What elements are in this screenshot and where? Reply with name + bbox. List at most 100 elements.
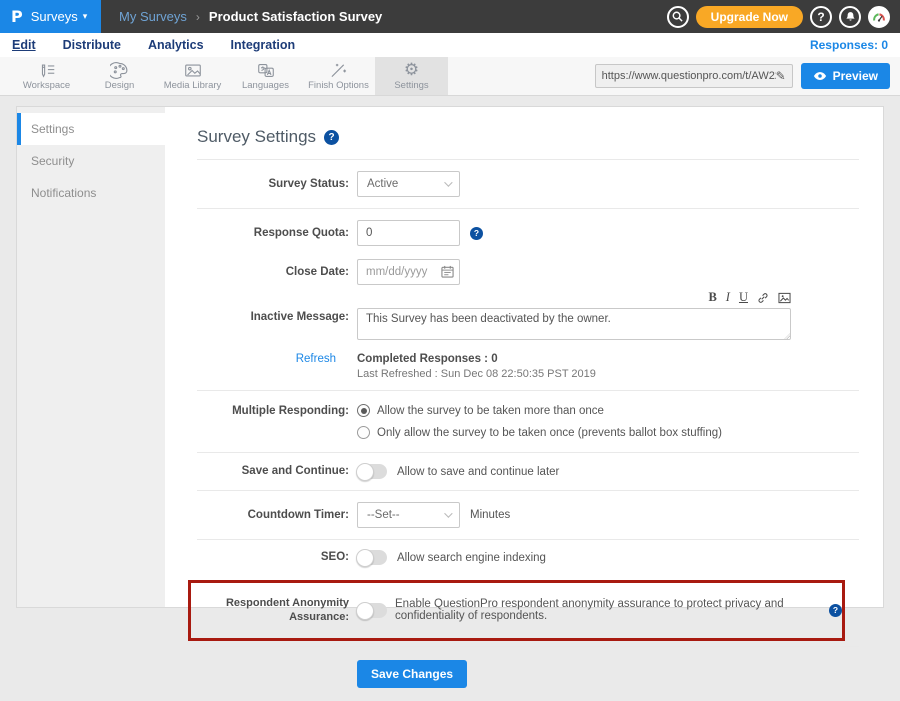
top-bar: P Surveys ▾ My Surveys › Product Satisfa… (0, 0, 900, 33)
survey-settings-help-icon[interactable]: ? (324, 130, 339, 145)
inactive-message-row: Inactive Message: B I U This Survey has … (197, 296, 859, 349)
eye-icon (813, 71, 827, 81)
toolbar-item-label: Workspace (23, 80, 70, 91)
gauge-icon (872, 11, 886, 23)
anonymity-row: Respondent Anonymity Assurance: Enable Q… (197, 583, 842, 638)
languages-icon (256, 62, 276, 79)
save-and-continue-toggle[interactable] (357, 464, 387, 479)
title-row: Survey Settings ? (197, 107, 859, 159)
anonymity-help-icon[interactable]: ? (829, 604, 842, 617)
search-button[interactable] (667, 6, 689, 28)
seo-description: Allow search engine indexing (397, 552, 546, 564)
toolbar-item-languages[interactable]: Languages (229, 57, 302, 95)
underline-button[interactable]: U (739, 290, 748, 305)
sidebar-item-security[interactable]: Security (17, 145, 165, 177)
design-palette-icon (110, 62, 129, 79)
workspace-icon (37, 62, 57, 79)
italic-button[interactable]: I (726, 290, 730, 305)
app-logo-area[interactable]: P Surveys ▾ (0, 0, 101, 33)
link-icon[interactable] (757, 292, 769, 304)
refresh-row: Refresh Completed Responses : 0 Last Ref… (197, 349, 859, 390)
notifications-button[interactable] (839, 6, 861, 28)
inactive-message-textarea[interactable]: This Survey has been deactivated by the … (357, 308, 791, 340)
rich-text-toolbar: B I U (357, 290, 791, 305)
media-library-icon (183, 62, 203, 79)
edit-url-pencil-icon[interactable]: ✎ (776, 69, 786, 83)
toolbar-item-finish-options[interactable]: Finish Options (302, 57, 375, 95)
anonymity-description: Enable QuestionPro respondent anonymity … (395, 598, 821, 622)
sidebar-item-notifications[interactable]: Notifications (17, 177, 165, 209)
save-and-continue-description: Allow to save and continue later (397, 466, 559, 478)
last-refreshed-text: Last Refreshed : Sun Dec 08 22:50:35 PST… (357, 368, 596, 380)
seo-row: SEO: Allow search engine indexing (197, 540, 859, 575)
breadcrumb-my-surveys[interactable]: My Surveys (119, 9, 187, 24)
search-icon (672, 11, 683, 22)
toolbar-item-media-library[interactable]: Media Library (156, 57, 229, 95)
preview-button[interactable]: Preview (801, 63, 890, 89)
finish-options-wand-icon (329, 62, 348, 79)
radio-option-label: Allow the survey to be taken more than o… (377, 405, 604, 417)
save-and-continue-label: Save and Continue: (197, 464, 349, 479)
refresh-link[interactable]: Refresh (197, 353, 349, 365)
preview-button-label: Preview (833, 69, 878, 83)
questionpro-logo: P (11, 7, 23, 26)
insert-image-icon[interactable] (778, 292, 791, 304)
settings-card: Settings Security Notifications Survey S… (16, 106, 884, 608)
survey-url-field[interactable]: https://www.questionpro.com/t/AW222f4yf … (595, 64, 793, 88)
breadcrumb-separator: › (196, 10, 200, 24)
countdown-timer-value: --Set-- (367, 509, 400, 521)
countdown-timer-row: Countdown Timer: --Set-- Minutes (197, 491, 859, 539)
radio-unselected-icon[interactable] (357, 426, 370, 439)
toolbar-item-settings[interactable]: ⚙ Settings (375, 57, 448, 95)
survey-status-select[interactable]: Active (357, 171, 460, 197)
radio-selected-icon[interactable] (357, 404, 370, 417)
toolbar-item-label: Settings (394, 80, 428, 91)
chevron-down-icon (444, 509, 452, 517)
countdown-timer-select[interactable]: --Set-- (357, 502, 460, 528)
chevron-down-icon: ▾ (83, 11, 88, 22)
survey-nav-tabs: Edit Distribute Analytics Integration Re… (0, 33, 900, 57)
toolbar-item-label: Media Library (164, 80, 222, 91)
surveys-app-menu[interactable]: Surveys ▾ (31, 9, 88, 24)
sidebar-item-settings[interactable]: Settings (17, 113, 165, 145)
account-gauge-button[interactable] (868, 6, 890, 28)
radio-option-multiple-allowed[interactable]: Allow the survey to be taken more than o… (357, 404, 722, 417)
bell-icon (845, 11, 856, 22)
seo-toggle[interactable] (357, 550, 387, 565)
completed-responses-text: Completed Responses : 0 (357, 353, 596, 365)
countdown-timer-suffix: Minutes (470, 509, 510, 521)
upgrade-now-button[interactable]: Upgrade Now (696, 6, 803, 28)
multiple-responding-row: Multiple Responding: Allow the survey to… (197, 391, 859, 452)
tab-integration[interactable]: Integration (231, 38, 296, 52)
toolbar-item-design[interactable]: Design (83, 57, 156, 95)
tab-distribute[interactable]: Distribute (63, 38, 121, 52)
anonymity-label: Respondent Anonymity Assurance: (197, 596, 349, 625)
edit-toolbar: Workspace Design Media Library Languages… (0, 57, 900, 96)
response-quota-row: Response Quota: ? (197, 209, 859, 257)
responses-count[interactable]: Responses: 0 (810, 38, 888, 52)
survey-status-value: Active (367, 178, 398, 190)
settings-sidebar: Settings Security Notifications (17, 107, 165, 607)
anonymity-toggle[interactable] (357, 603, 387, 618)
save-changes-button[interactable]: Save Changes (357, 660, 467, 688)
help-button[interactable]: ? (810, 6, 832, 28)
toolbar-item-workspace[interactable]: Workspace (10, 57, 83, 95)
response-quota-label: Response Quota: (197, 226, 349, 241)
question-mark-icon: ? (817, 10, 824, 24)
survey-url-text: https://www.questionpro.com/t/AW222f4yf (602, 70, 776, 82)
response-quota-input[interactable] (357, 220, 460, 246)
toolbar-item-label: Design (105, 80, 135, 91)
countdown-timer-label: Countdown Timer: (197, 508, 349, 523)
tab-edit[interactable]: Edit (12, 38, 36, 52)
inactive-message-label: Inactive Message: (197, 296, 349, 325)
toolbar-item-label: Finish Options (308, 80, 369, 91)
multiple-responding-label: Multiple Responding: (197, 404, 349, 419)
survey-status-row: Survey Status: Active (197, 160, 859, 208)
bold-button[interactable]: B (708, 290, 716, 305)
calendar-icon[interactable] (441, 265, 454, 278)
radio-option-once-only[interactable]: Only allow the survey to be taken once (… (357, 426, 722, 439)
tab-analytics[interactable]: Analytics (148, 38, 204, 52)
response-quota-help-icon[interactable]: ? (470, 227, 483, 240)
settings-main: Survey Settings ? Survey Status: Active … (165, 107, 883, 607)
page-title: Survey Settings (197, 127, 316, 147)
